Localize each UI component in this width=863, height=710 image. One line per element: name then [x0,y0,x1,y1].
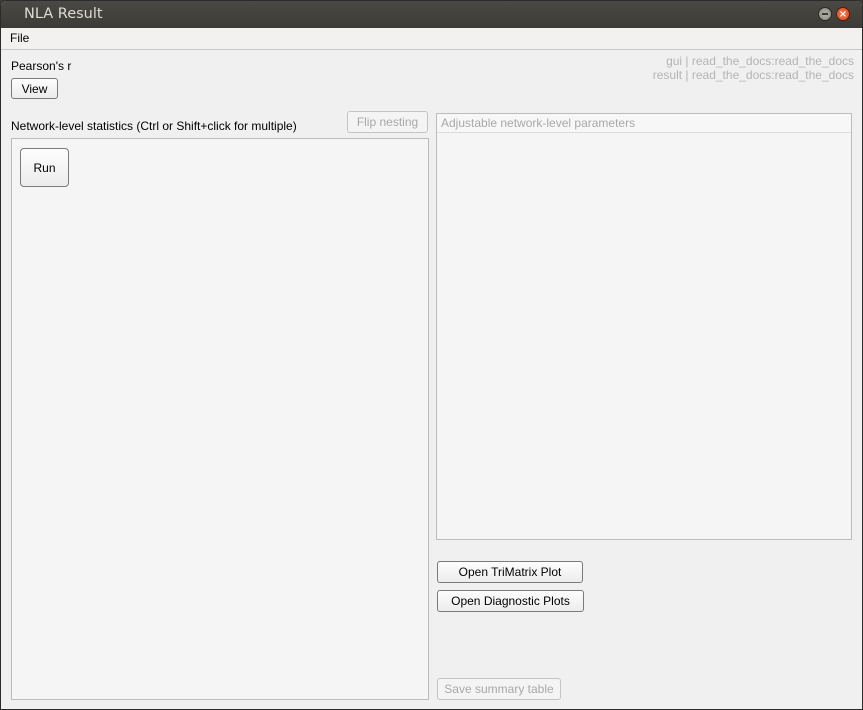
result-version-label: result | read_the_docs:read_the_docs [652,68,854,82]
params-panel-title: Adjustable network-level parameters [441,116,636,130]
stats-list[interactable]: Run [11,138,429,700]
menu-bar: File [1,28,862,50]
method-label: Pearson's r [11,59,72,73]
open-diagnostic-button[interactable]: Open Diagnostic Plots [437,590,584,612]
nla-result-window: NLA Result × File Pearson's r gui | read… [0,0,863,710]
minimize-icon[interactable] [818,7,832,21]
params-panel-header: Adjustable network-level parameters [437,114,851,133]
run-button[interactable]: Run [20,148,69,187]
gui-version-label: gui | read_the_docs:read_the_docs [666,54,854,68]
stats-panel-title: Network-level statistics (Ctrl or Shift+… [11,119,297,133]
save-summary-button[interactable]: Save summary table [437,678,561,700]
open-trimatrix-button[interactable]: Open TriMatrix Plot [437,561,583,583]
title-bar[interactable]: NLA Result × [1,1,862,28]
close-icon[interactable]: × [836,7,850,21]
main-content: Pearson's r gui | read_the_docs:read_the… [1,50,862,709]
menu-file[interactable]: File [10,31,29,45]
window-title: NLA Result [24,6,103,22]
view-button[interactable]: View [11,78,58,99]
params-panel[interactable]: Adjustable network-level parameters [436,113,852,540]
flip-nesting-button[interactable]: Flip nesting [347,111,428,133]
